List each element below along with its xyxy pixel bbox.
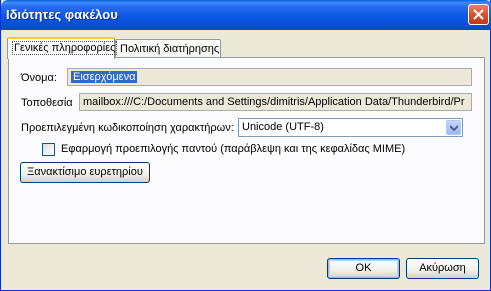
tab-retention-policy-label: Πολιτική διατήρησης bbox=[120, 43, 220, 55]
name-label: Όνομα: bbox=[21, 72, 57, 84]
title-bar[interactable]: Ιδιότητες φακέλου bbox=[1, 0, 491, 30]
rebuild-index-button[interactable]: Ξανακτίσιμο ευρετηρίου bbox=[20, 162, 150, 183]
tab-general-info[interactable]: Γενικές πληροφορίες bbox=[7, 37, 118, 59]
general-info-panel: Όνομα: Εισερχόμενα Τοποθεσία mailbox:///… bbox=[8, 57, 485, 244]
apply-default-label: Εφαρμογή προεπιλογής παντού (παράβλεψη κ… bbox=[61, 143, 406, 155]
location-value: mailbox:///C:/Documents and Settings/dim… bbox=[83, 96, 465, 108]
encoding-dropdown-button[interactable] bbox=[446, 120, 461, 135]
ok-label: OK bbox=[355, 262, 372, 274]
chevron-down-icon bbox=[450, 125, 458, 131]
folder-name-field[interactable]: Εισερχόμενα bbox=[67, 68, 472, 86]
cancel-button[interactable]: Ακύρωση bbox=[406, 258, 479, 279]
location-label: Τοποθεσία bbox=[21, 97, 73, 109]
rebuild-index-label: Ξανακτίσιμο ευρετηρίου bbox=[27, 166, 143, 178]
encoding-label: Προεπιλεγμένη κωδικοποίηση χαρακτήρων: bbox=[21, 122, 234, 134]
location-field[interactable]: mailbox:///C:/Documents and Settings/dim… bbox=[79, 93, 472, 111]
tab-general-info-label: Γενικές πληροφορίες bbox=[12, 41, 118, 55]
tab-retention-policy[interactable]: Πολιτική διατήρησης bbox=[115, 39, 221, 59]
close-icon bbox=[473, 9, 484, 20]
cancel-label: Ακύρωση bbox=[419, 262, 466, 274]
ok-button[interactable]: OK bbox=[327, 258, 400, 279]
window-title: Ιδιότητες φακέλου bbox=[6, 7, 118, 22]
folder-name-value: Εισερχόμενα bbox=[71, 71, 138, 83]
close-button[interactable] bbox=[468, 4, 489, 25]
folder-properties-dialog: Ιδιότητες φακέλου Γενικές πληροφορίες Πο… bbox=[0, 0, 491, 291]
encoding-select[interactable]: Unicode (UTF-8) bbox=[238, 118, 463, 137]
apply-default-checkbox[interactable] bbox=[42, 143, 55, 156]
encoding-value: Unicode (UTF-8) bbox=[242, 121, 324, 133]
